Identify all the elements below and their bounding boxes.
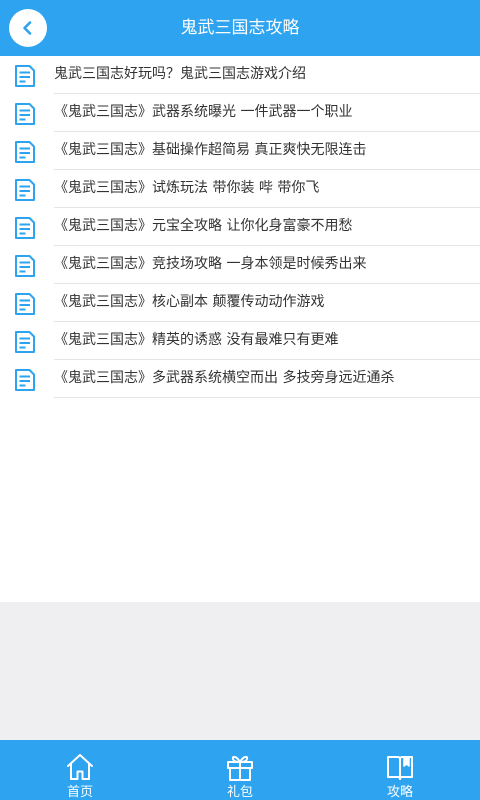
nav-label: 礼包 bbox=[226, 785, 253, 800]
article-title: 鬼武三国志好玩吗？鬼武三国志游戏介绍 bbox=[54, 66, 306, 82]
nav-item-guide[interactable]: 攻略 bbox=[320, 740, 480, 800]
document-icon bbox=[15, 255, 35, 277]
list-item[interactable]: 《鬼武三国志》试炼玩法 带你装 哔 带你飞 bbox=[0, 170, 480, 208]
list-item[interactable]: 《鬼武三国志》武器系统曝光 一件武器一个职业 bbox=[0, 94, 480, 132]
nav-label: 攻略 bbox=[386, 785, 413, 800]
empty-area bbox=[0, 602, 480, 740]
document-icon bbox=[15, 179, 35, 201]
article-title: 《鬼武三国志》竞技场攻略 一身本领是时候秀出来 bbox=[54, 256, 367, 272]
article-list: 鬼武三国志好玩吗？鬼武三国志游戏介绍 《鬼武三国志》武器系统曝光 一件武器一个职… bbox=[0, 56, 480, 398]
list-item[interactable]: 《鬼武三国志》精英的诱惑 没有最难只有更难 bbox=[0, 322, 480, 360]
document-icon bbox=[15, 65, 35, 87]
article-title: 《鬼武三国志》基础操作超简易 真正爽快无限连击 bbox=[54, 142, 367, 158]
article-title: 《鬼武三国志》多武器系统横空而出 多技旁身远近通杀 bbox=[54, 370, 395, 386]
page-title: 鬼武三国志攻略 bbox=[180, 18, 300, 38]
document-icon bbox=[15, 103, 35, 125]
list-item[interactable]: 《鬼武三国志》多武器系统横空而出 多技旁身远近通杀 bbox=[0, 360, 480, 398]
nav-item-gift[interactable]: 礼包 bbox=[160, 740, 320, 800]
document-icon bbox=[15, 369, 35, 391]
book-icon bbox=[387, 756, 413, 780]
app-screen: 鬼武三国志攻略 鬼武三国志好玩吗？鬼武三国志游戏介绍 《鬼武三国志》武器系统曝光… bbox=[0, 0, 480, 800]
divider bbox=[54, 397, 480, 398]
list-item[interactable]: 《鬼武三国志》竞技场攻略 一身本领是时候秀出来 bbox=[0, 246, 480, 284]
list-item[interactable]: 《鬼武三国志》核心副本 颠覆传动动作游戏 bbox=[0, 284, 480, 322]
article-title: 《鬼武三国志》核心副本 颠覆传动动作游戏 bbox=[54, 294, 325, 310]
home-icon bbox=[67, 754, 93, 780]
document-icon bbox=[15, 293, 35, 315]
top-bar: 鬼武三国志攻略 bbox=[0, 0, 480, 56]
list-item[interactable]: 鬼武三国志好玩吗？鬼武三国志游戏介绍 bbox=[0, 56, 480, 94]
article-title: 《鬼武三国志》武器系统曝光 一件武器一个职业 bbox=[54, 104, 353, 120]
document-icon bbox=[15, 217, 35, 239]
document-icon bbox=[15, 141, 35, 163]
article-title: 《鬼武三国志》精英的诱惑 没有最难只有更难 bbox=[54, 332, 339, 348]
article-title: 《鬼武三国志》试炼玩法 带你装 哔 带你飞 bbox=[54, 180, 320, 196]
article-title: 《鬼武三国志》元宝全攻略 让你化身富豪不用愁 bbox=[54, 218, 353, 234]
gift-icon bbox=[227, 755, 253, 781]
nav-label: 首页 bbox=[66, 785, 93, 800]
list-item[interactable]: 《鬼武三国志》元宝全攻略 让你化身富豪不用愁 bbox=[0, 208, 480, 246]
bottom-nav: 首页 礼包 攻略 bbox=[0, 740, 480, 800]
list-item[interactable]: 《鬼武三国志》基础操作超简易 真正爽快无限连击 bbox=[0, 132, 480, 170]
document-icon bbox=[15, 331, 35, 353]
nav-item-home[interactable]: 首页 bbox=[0, 740, 160, 800]
